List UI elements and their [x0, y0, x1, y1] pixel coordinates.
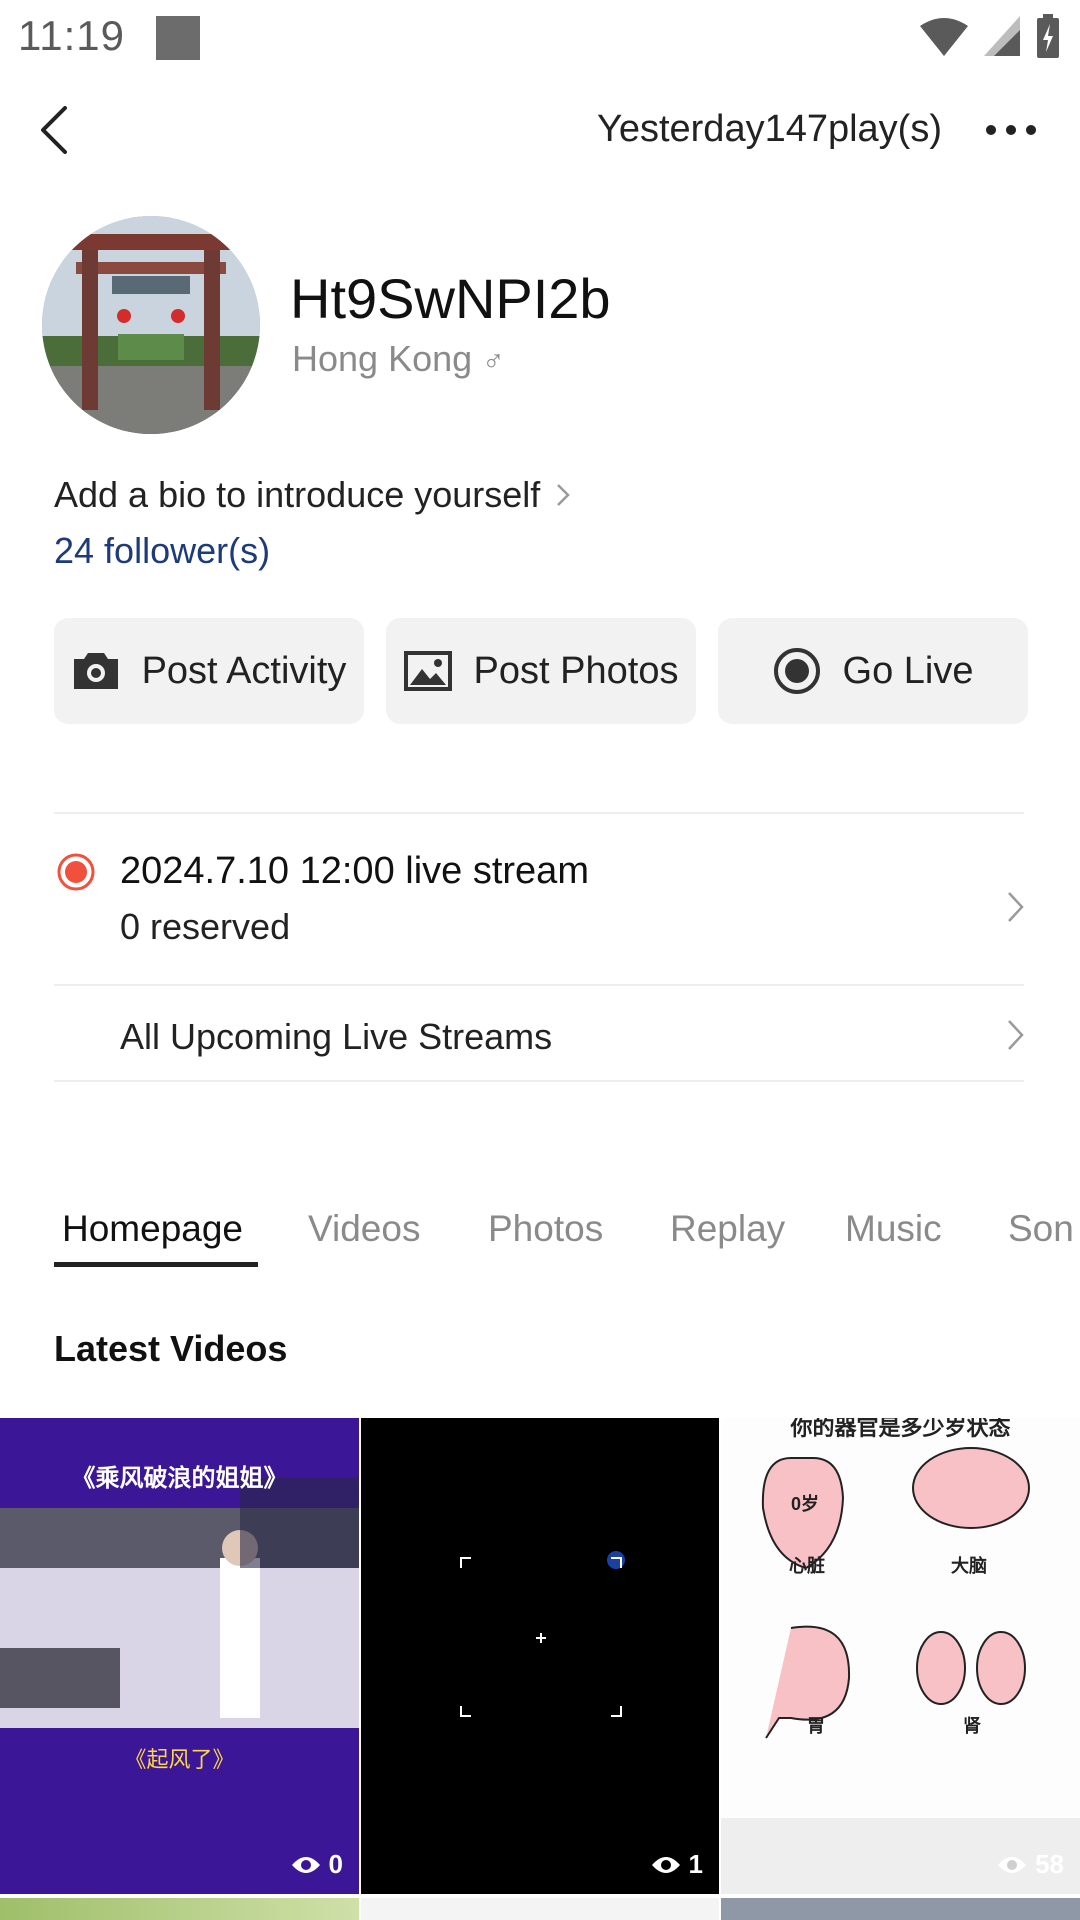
upcoming-streams-label: All Upcoming Live Streams [120, 1016, 553, 1057]
record-icon [773, 648, 820, 694]
back-arrow-icon [41, 106, 67, 154]
avatar-image [42, 216, 260, 434]
view-count: 0 [291, 1849, 343, 1880]
live-stream-row[interactable]: 2024.7.10 12:00 live stream 0 reserved [0, 830, 1080, 984]
gender-icon: ♂ [482, 345, 505, 378]
organ-label-heart: 心脏 [789, 1556, 825, 1576]
video-thumbnail-partial[interactable] [361, 1898, 719, 1920]
post-photos-label: Post Photos [473, 649, 679, 692]
go-live-label: Go Live [842, 649, 974, 692]
view-count: 1 [651, 1849, 703, 1880]
live-stream-title: 2024.7.10 12:00 live stream [120, 850, 589, 892]
more-options-button[interactable] [980, 110, 1042, 150]
chevron-right-icon [1008, 892, 1024, 922]
video-thumbnail-partial[interactable] [0, 1898, 359, 1920]
image-icon [403, 651, 452, 691]
video-thumbnail[interactable]: 你的器官是多少岁状态 0岁 心脏 大脑 胃 肾 58 [721, 1418, 1080, 1894]
organ-label-stomach: 胃 [807, 1716, 825, 1736]
organ-age-label: 0岁 [791, 1494, 820, 1514]
divider [54, 812, 1024, 814]
tab-videos[interactable]: Videos [308, 1208, 420, 1250]
organ-label-kidney: 肾 [963, 1716, 981, 1736]
chevron-right-icon [557, 484, 571, 506]
video-thumbnail-partial[interactable] [721, 1898, 1080, 1920]
bio-prompt-row[interactable]: Add a bio to introduce yourself [54, 474, 571, 516]
video-caption-bottom: 《起风了》 [124, 1747, 235, 1772]
view-count: 58 [997, 1849, 1064, 1880]
location-text: Hong Kong [292, 338, 473, 379]
tab-songs[interactable]: Son [1008, 1208, 1074, 1250]
username: Ht9SwNPI2b [290, 267, 611, 330]
view-count-value: 0 [328, 1849, 343, 1879]
tab-homepage[interactable]: Homepage [62, 1208, 243, 1250]
video-caption-top: 《乘风破浪的姐姐》 [71, 1465, 288, 1492]
latest-videos-title: Latest Videos [54, 1328, 288, 1369]
bio-prompt: Add a bio to introduce yourself [54, 474, 541, 515]
organ-label-brain: 大脑 [951, 1556, 987, 1576]
post-activity-label: Post Activity [141, 649, 347, 692]
view-count-value: 1 [688, 1849, 703, 1879]
eye-icon [651, 1856, 680, 1873]
camera-icon [73, 653, 118, 689]
upcoming-streams-row[interactable]: All Upcoming Live Streams [0, 986, 1080, 1080]
video-thumbnail[interactable]: 《乘风破浪的姐姐》 《起风了》 0 [0, 1418, 359, 1894]
tab-photos[interactable]: Photos [488, 1208, 603, 1250]
status-time: 11:19 [18, 12, 125, 59]
play-count: Yesterday147play(s) [596, 108, 942, 150]
divider [54, 1080, 1024, 1082]
go-live-button[interactable]: Go Live [718, 618, 1028, 724]
post-activity-button[interactable]: Post Activity [54, 618, 364, 724]
avatar[interactable] [42, 216, 260, 434]
more-dots-icon [986, 125, 1036, 135]
eye-icon [291, 1856, 320, 1873]
chevron-right-icon [1008, 1020, 1024, 1050]
view-count-value: 58 [1035, 1849, 1064, 1879]
signal-icon [984, 16, 1020, 56]
video-preview-image [361, 1418, 719, 1894]
status-icons [920, 14, 1060, 58]
live-record-icon [57, 853, 95, 891]
video-preview-image [721, 1418, 1080, 1894]
wifi-icon [920, 18, 968, 56]
eye-icon [998, 1856, 1027, 1873]
followers-link[interactable]: 24 follower(s) [54, 530, 270, 572]
back-button[interactable] [30, 100, 78, 160]
tab-replay[interactable]: Replay [670, 1208, 785, 1250]
video-thumbnail[interactable]: 1 [361, 1418, 719, 1894]
notification-icon [156, 16, 200, 60]
live-stream-reserved: 0 reserved [120, 906, 291, 947]
battery-charging-icon [1037, 14, 1059, 58]
video-caption-top: 你的器官是多少岁状态 [790, 1418, 1011, 1440]
active-tab-indicator [54, 1262, 258, 1267]
location-row: Hong Kong ♂ [292, 338, 505, 380]
post-photos-button[interactable]: Post Photos [386, 618, 696, 724]
tab-music[interactable]: Music [845, 1208, 942, 1250]
